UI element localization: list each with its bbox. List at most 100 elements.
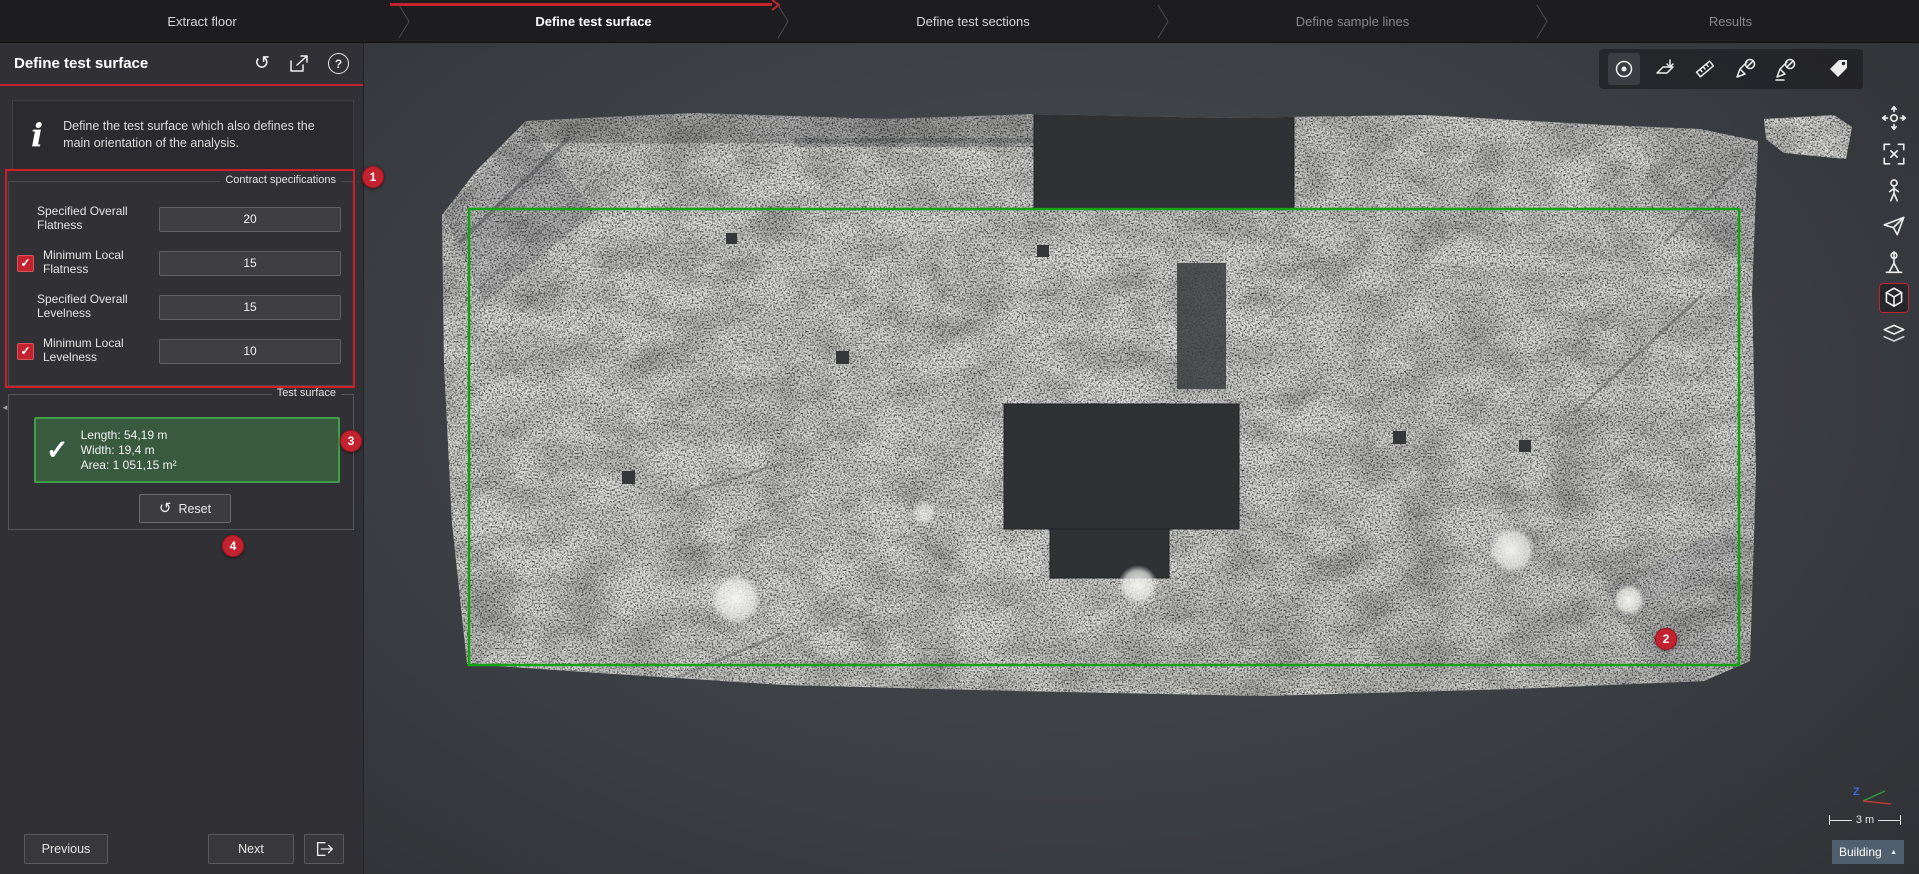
valid-check-icon: ✓ bbox=[46, 435, 69, 466]
tab-results[interactable]: Results bbox=[1542, 0, 1919, 43]
spec-row-local-flatness: ✓ Minimum Local Flatness bbox=[9, 248, 353, 278]
measure-ruler-button[interactable] bbox=[1690, 54, 1720, 84]
open-external-icon[interactable] bbox=[288, 54, 310, 74]
tab-separator-chevron-icon bbox=[1155, 0, 1171, 43]
tag-button[interactable] bbox=[1824, 54, 1854, 84]
specified-overall-flatness-input[interactable] bbox=[159, 207, 341, 232]
tab-separator-chevron-icon bbox=[1534, 0, 1550, 43]
move-view-button[interactable] bbox=[1879, 103, 1909, 133]
group-legend: Contract specifications bbox=[220, 174, 341, 186]
info-box: i Define the test surface which also def… bbox=[12, 100, 354, 170]
info-icon: i bbox=[31, 116, 43, 154]
previous-button[interactable]: Previous bbox=[24, 834, 108, 864]
field-label: Specified Overall Levelness bbox=[37, 293, 147, 321]
field-label: Minimum Local Levelness bbox=[43, 337, 133, 365]
spec-row-overall-flatness: Specified Overall Flatness bbox=[9, 204, 353, 234]
tab-define-sample-lines[interactable]: Define sample lines bbox=[1163, 0, 1542, 43]
active-step-progress-line bbox=[390, 3, 772, 6]
cube-view-icon bbox=[1881, 285, 1907, 311]
ruler-icon bbox=[1693, 57, 1717, 81]
building-label: Building bbox=[1839, 845, 1882, 859]
viewport: Z 3 m Building ▲ bbox=[364, 43, 1919, 874]
walkthrough-view-button[interactable] bbox=[1879, 175, 1909, 205]
minimum-local-levelness-input[interactable] bbox=[159, 339, 341, 364]
panel-header: Define test surface ↺ ? bbox=[0, 43, 363, 86]
panel-title: Define test surface bbox=[14, 55, 148, 72]
info-text: Define the test surface which also defin… bbox=[63, 118, 333, 152]
contract-specifications-group: Contract specifications Specified Overal… bbox=[8, 181, 354, 386]
field-label: Minimum Local Flatness bbox=[43, 249, 133, 277]
tab-label: Define test surface bbox=[535, 14, 651, 29]
next-button[interactable]: Next bbox=[208, 834, 294, 864]
plumb-view-button[interactable] bbox=[1879, 247, 1909, 277]
panel-footer: Previous Next bbox=[0, 834, 363, 864]
tab-label: Define sample lines bbox=[1296, 14, 1409, 29]
levelness-annotate-button[interactable] bbox=[1770, 54, 1800, 84]
minimum-local-flatness-input[interactable] bbox=[159, 251, 341, 276]
tab-separator-chevron-icon bbox=[396, 0, 412, 43]
tab-define-test-surface[interactable]: Define test surface bbox=[404, 0, 783, 43]
scale-line bbox=[1830, 820, 1852, 821]
app-window: Extract floor Define test surface Define… bbox=[0, 0, 1919, 874]
annotation-badge-4: 4 bbox=[222, 535, 244, 557]
group-legend: Test surface bbox=[272, 387, 341, 399]
viewport-toolbar bbox=[1599, 49, 1863, 89]
exit-icon bbox=[313, 839, 335, 859]
help-icon[interactable]: ? bbox=[328, 53, 349, 74]
orbit-move-icon bbox=[1881, 105, 1907, 131]
cube-view-button[interactable] bbox=[1879, 283, 1909, 313]
export-exit-button[interactable] bbox=[304, 834, 344, 864]
story-section-button[interactable] bbox=[1879, 319, 1909, 349]
test-surface-area: Area: 1 051,15 m² bbox=[81, 458, 177, 473]
reset-button[interactable]: ↺ Reset bbox=[139, 494, 231, 523]
point-cloud-view[interactable] bbox=[364, 43, 1919, 874]
annotation-badge-3: 3 bbox=[340, 430, 362, 452]
center-view-button[interactable] bbox=[1608, 53, 1640, 85]
walkthrough-person-icon bbox=[1881, 177, 1907, 203]
panel-collapse-icon[interactable]: ◄ bbox=[1, 399, 11, 415]
history-icon[interactable]: ↺ bbox=[254, 54, 270, 73]
levelness-pen-icon bbox=[1773, 57, 1797, 81]
fit-view-button[interactable] bbox=[1879, 139, 1909, 169]
spec-row-overall-levelness: Specified Overall Levelness bbox=[9, 292, 353, 322]
spec-row-local-levelness: ✓ Minimum Local Levelness bbox=[9, 336, 353, 366]
fit-view-icon bbox=[1881, 141, 1907, 167]
tab-extract-floor[interactable]: Extract floor bbox=[0, 0, 404, 43]
fly-view-button[interactable] bbox=[1879, 211, 1909, 241]
navigation-toolbar bbox=[1878, 103, 1910, 349]
checkbox-check-icon: ✓ bbox=[20, 345, 30, 357]
specified-overall-levelness-input[interactable] bbox=[159, 295, 341, 320]
checkbox-check-icon: ✓ bbox=[20, 257, 30, 269]
pick-surface-button[interactable] bbox=[1650, 54, 1680, 84]
define-test-surface-panel: Define test surface ↺ ? i Define the tes… bbox=[0, 43, 364, 874]
test-surface-length: Length: 54,19 m bbox=[81, 428, 177, 443]
story-section-icon bbox=[1881, 321, 1907, 347]
minimum-local-levelness-checkbox[interactable]: ✓ bbox=[17, 343, 34, 360]
test-surface-result-box: ✓ Length: 54,19 m Width: 19,4 m Area: 1 … bbox=[34, 417, 340, 483]
field-label: Specified Overall Flatness bbox=[37, 205, 147, 233]
reset-label: Reset bbox=[178, 502, 211, 516]
tab-label: Results bbox=[1709, 14, 1752, 29]
tab-label: Extract floor bbox=[167, 14, 236, 29]
scale-line bbox=[1878, 820, 1900, 821]
fly-plane-icon bbox=[1881, 213, 1907, 239]
annotation-badge-2: 2 bbox=[1655, 628, 1677, 650]
point-cloud-floor bbox=[404, 98, 1864, 708]
axis-indicator: Z bbox=[1851, 781, 1895, 811]
tab-define-test-sections[interactable]: Define test sections bbox=[783, 0, 1163, 43]
flatness-annotate-button[interactable] bbox=[1730, 54, 1760, 84]
center-view-icon bbox=[1612, 57, 1636, 81]
minimum-local-flatness-checkbox[interactable]: ✓ bbox=[17, 255, 34, 272]
z-axis-label: Z bbox=[1853, 786, 1860, 798]
scale-bar: 3 m bbox=[1829, 813, 1901, 827]
flatness-pen-icon bbox=[1733, 57, 1757, 81]
reset-icon: ↺ bbox=[159, 501, 172, 516]
annotation-badge-1: 1 bbox=[362, 166, 384, 188]
caret-up-icon: ▲ bbox=[1890, 849, 1897, 856]
plumb-icon bbox=[1881, 249, 1907, 275]
pick-surface-icon bbox=[1653, 57, 1677, 81]
test-surface-width: Width: 19,4 m bbox=[81, 443, 177, 458]
building-selector[interactable]: Building ▲ bbox=[1832, 840, 1904, 864]
tab-label: Define test sections bbox=[916, 14, 1029, 29]
tab-separator-chevron-icon bbox=[775, 0, 791, 43]
